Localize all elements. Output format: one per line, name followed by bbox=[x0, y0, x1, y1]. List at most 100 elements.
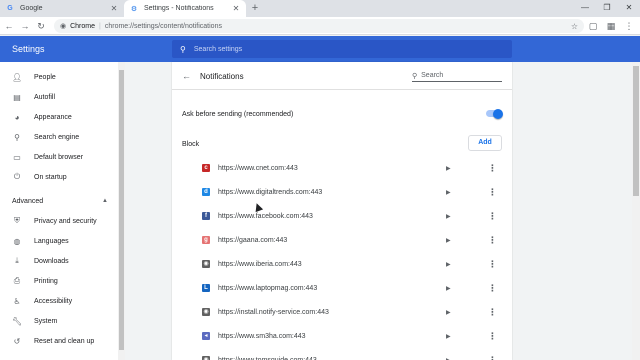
more-actions-icon[interactable]: ⋮ bbox=[488, 355, 497, 360]
card-title: Notifications bbox=[200, 72, 244, 81]
chevron-right-icon[interactable]: ▶ bbox=[446, 309, 451, 316]
sidebar-item-people[interactable]: 👤︎ People bbox=[0, 67, 118, 87]
sidebar-item-privacy[interactable]: ⛨ Privacy and security bbox=[0, 211, 118, 231]
sidebar-item-label: Privacy and security bbox=[34, 217, 97, 225]
accessibility-icon: ♿︎ bbox=[13, 296, 21, 306]
sidebar-item-label: System bbox=[34, 317, 58, 325]
chevron-up-icon: ▲ bbox=[102, 198, 108, 204]
blocked-site-row[interactable]: ◉ https://www.tomsguide.com:443 ▶ ⋮ bbox=[172, 348, 512, 360]
new-tab-button[interactable]: + bbox=[248, 1, 262, 15]
card-header: ← Notifications ⚲ Search bbox=[172, 62, 512, 90]
extension-icon[interactable]: ▢ bbox=[586, 19, 600, 33]
more-actions-icon[interactable]: ⋮ bbox=[488, 163, 497, 174]
blocked-site-row[interactable]: g https://gaana.com:443 ▶ ⋮ bbox=[172, 228, 512, 252]
sidebar-item-downloads[interactable]: ⤓ Downloads bbox=[0, 251, 118, 271]
scrollbar-thumb[interactable] bbox=[633, 66, 639, 196]
chevron-right-icon[interactable]: ▶ bbox=[446, 165, 451, 172]
more-actions-icon[interactable]: ⋮ bbox=[488, 187, 497, 198]
sidebar-advanced-toggle[interactable]: Advanced ▲ bbox=[0, 191, 118, 211]
site-url: https://www.tomsguide.com:443 bbox=[218, 356, 317, 360]
download-icon: ⤓ bbox=[15, 256, 19, 265]
google-icon: G bbox=[7, 5, 13, 12]
ask-before-sending-toggle[interactable] bbox=[486, 108, 503, 119]
close-window-button[interactable]: ✕ bbox=[618, 0, 640, 17]
tab-title: Google bbox=[20, 5, 43, 12]
blocked-site-row[interactable]: f https://www.facebook.com:443 ▶ ⋮ bbox=[172, 204, 512, 228]
more-actions-icon[interactable]: ⋮ bbox=[488, 331, 497, 342]
chevron-right-icon[interactable]: ▶ bbox=[446, 213, 451, 220]
wrench-icon: 🔧︎ bbox=[12, 316, 23, 326]
add-blocked-site-button[interactable]: Add bbox=[468, 135, 502, 151]
site-favicon-icon: f bbox=[202, 212, 210, 220]
blocked-sites-list: c https://www.cnet.com:443 ▶ ⋮ d https://www.… bbox=[172, 156, 512, 360]
menu-icon[interactable]: ⋮ bbox=[622, 19, 636, 33]
sidebar-item-default-browser[interactable]: ▭ Default browser bbox=[0, 147, 118, 167]
sidebar-item-system[interactable]: 🔧︎ System bbox=[0, 311, 118, 331]
tab-google[interactable]: G Google ✕ bbox=[0, 0, 124, 17]
reload-button[interactable]: ↻ bbox=[34, 19, 48, 33]
back-button[interactable]: ← bbox=[2, 19, 16, 33]
search-settings-input[interactable]: ⚲ Search settings bbox=[172, 40, 512, 58]
chevron-right-icon[interactable]: ▶ bbox=[446, 357, 451, 360]
close-icon[interactable]: ✕ bbox=[110, 4, 118, 13]
scrollbar-thumb[interactable] bbox=[119, 70, 124, 350]
more-actions-icon[interactable]: ⋮ bbox=[488, 259, 497, 270]
back-arrow-icon[interactable]: ← bbox=[182, 71, 191, 81]
star-icon[interactable]: ☆ bbox=[571, 22, 578, 31]
chevron-right-icon[interactable]: ▶ bbox=[446, 285, 451, 292]
blocked-site-row[interactable]: d https://www.digitaltrends.com:443 ▶ ⋮ bbox=[172, 180, 512, 204]
sidebar-item-printing[interactable]: ⎙ Printing bbox=[0, 271, 118, 291]
sidebar-scrollbar[interactable] bbox=[118, 62, 125, 360]
more-actions-icon[interactable]: ⋮ bbox=[488, 211, 497, 222]
chevron-right-icon[interactable]: ▶ bbox=[446, 237, 451, 244]
restore-button[interactable]: ❐ bbox=[596, 0, 618, 17]
blocked-site-row[interactable]: ◉ https://www.iberia.com:443 ▶ ⋮ bbox=[172, 252, 512, 276]
sidebar-item-label: Languages bbox=[34, 237, 69, 245]
close-icon[interactable]: ✕ bbox=[232, 4, 240, 13]
sidebar-item-label: Search engine bbox=[34, 133, 80, 141]
site-favicon-icon: L bbox=[202, 284, 210, 292]
site-favicon-icon: g bbox=[202, 236, 210, 244]
blocked-site-row[interactable]: ◂ https://www.sm3ha.com:443 ▶ ⋮ bbox=[172, 324, 512, 348]
blocked-site-row[interactable]: c https://www.cnet.com:443 ▶ ⋮ bbox=[172, 156, 512, 180]
sidebar-item-languages[interactable]: ◍ Languages bbox=[0, 231, 118, 251]
more-actions-icon[interactable]: ⋮ bbox=[488, 307, 497, 318]
sidebar-item-label: People bbox=[34, 73, 56, 81]
sidebar-item-label: Downloads bbox=[34, 257, 69, 265]
chevron-right-icon[interactable]: ▶ bbox=[446, 189, 451, 196]
site-favicon-icon: c bbox=[202, 164, 210, 172]
address-bar[interactable]: ◉ Chrome | chrome://settings/content/not… bbox=[54, 19, 584, 33]
notifications-search-input[interactable]: ⚲ Search bbox=[412, 70, 502, 82]
sidebar-item-search-engine[interactable]: ⚲ Search engine bbox=[0, 127, 118, 147]
chevron-right-icon[interactable]: ▶ bbox=[446, 261, 451, 268]
tab-settings[interactable]: ⚙ Settings - Notifications ✕ bbox=[124, 0, 246, 17]
clipboard-icon: ▤ bbox=[13, 92, 21, 102]
sidebar-item-label: Autofill bbox=[34, 93, 56, 101]
sidebar-item-appearance[interactable]: ◕ Appearance bbox=[0, 107, 118, 127]
chevron-right-icon[interactable]: ▶ bbox=[446, 333, 451, 340]
search-icon: ⚲ bbox=[412, 72, 418, 80]
extension-icon[interactable]: ▦ bbox=[604, 19, 618, 33]
advanced-label: Advanced bbox=[12, 197, 44, 205]
settings-header: Settings ⚲ Search settings bbox=[0, 36, 640, 62]
minimize-button[interactable]: — bbox=[574, 0, 596, 17]
browser-icon: ▭ bbox=[13, 152, 21, 162]
printer-icon: ⎙ bbox=[13, 276, 21, 285]
page-scrollbar[interactable] bbox=[632, 62, 640, 360]
sidebar-item-label: Accessibility bbox=[34, 297, 73, 305]
blocked-site-row[interactable]: ◉ https://install.notify-service.com:443 ▶… bbox=[172, 300, 512, 324]
search-icon: ⚲ bbox=[180, 44, 186, 54]
sidebar-item-on-startup[interactable]: ⏻ On startup bbox=[0, 167, 118, 187]
tab-title: Settings - Notifications bbox=[144, 5, 214, 12]
more-actions-icon[interactable]: ⋮ bbox=[488, 283, 497, 294]
settings-icon: ⚙ bbox=[130, 5, 138, 13]
sidebar-item-accessibility[interactable]: ♿︎ Accessibility bbox=[0, 291, 118, 311]
sidebar-item-reset[interactable]: ↺ Reset and clean up bbox=[0, 331, 118, 351]
blocked-site-row[interactable]: Lhttps://www.laptopmag.com:443 ▶ ⋮ bbox=[172, 276, 512, 300]
more-actions-icon[interactable]: ⋮ bbox=[488, 235, 497, 246]
power-icon: ⏻ bbox=[13, 172, 21, 181]
sidebar-item-autofill[interactable]: ▤ Autofill bbox=[0, 87, 118, 107]
palette-icon: ◕ bbox=[14, 112, 20, 122]
forward-button[interactable]: → bbox=[18, 19, 32, 33]
site-favicon-icon: ◉ bbox=[202, 260, 210, 268]
